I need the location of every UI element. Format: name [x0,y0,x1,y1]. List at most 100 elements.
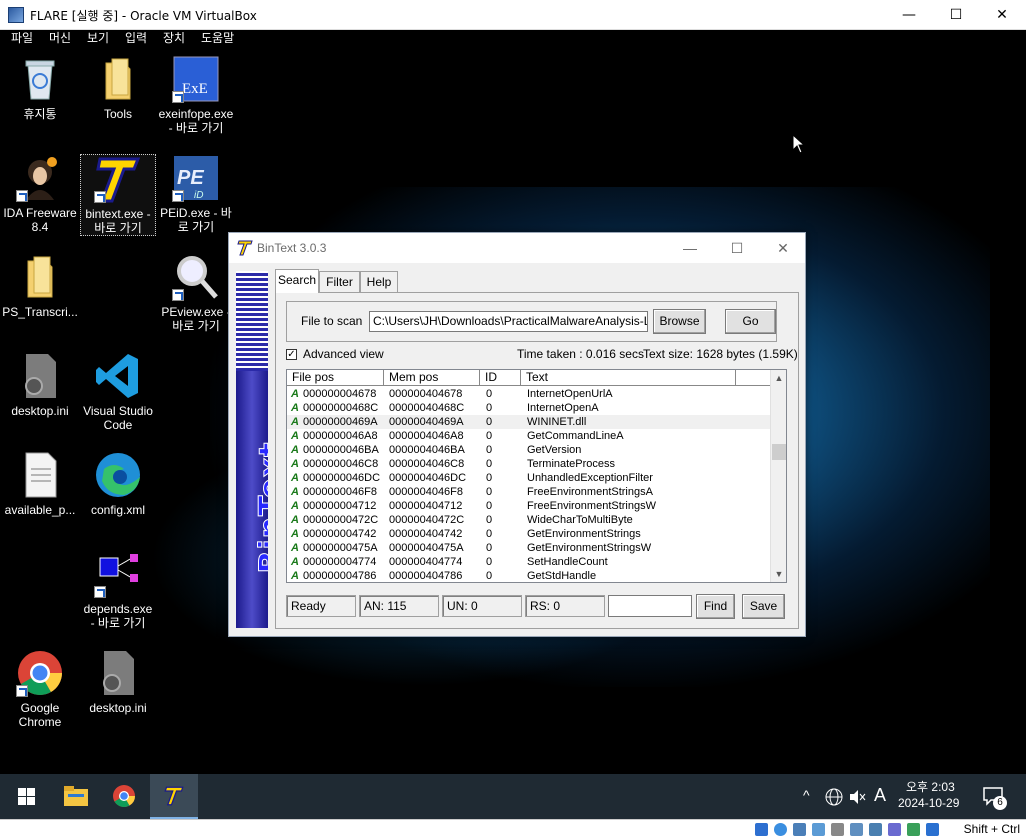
menu-machine[interactable]: 머신 [49,30,71,47]
hdd-status-icon[interactable] [755,823,768,836]
menu-input[interactable]: 입력 [125,30,147,47]
cell-file-pos: 00000000469A [303,416,378,428]
scroll-up-arrow-icon[interactable]: ▲ [771,370,786,386]
desktop-icon-label: available_p... [4,503,76,517]
find-button[interactable]: Find [696,594,735,619]
go-button[interactable]: Go [725,309,776,334]
clock-date[interactable]: 2024-10-29 [898,796,959,810]
taskbar-bintext[interactable] [150,774,198,819]
find-input[interactable] [608,595,692,617]
table-row[interactable]: A 000000004678 000000404678 0 InternetOpenUr… [287,387,771,401]
desktop-icon-bintext[interactable]: bintext.exe - 바로 가기 [80,154,156,236]
vbox-maximize-button[interactable]: ☐ [933,0,979,30]
menu-help[interactable]: 도움말 [201,30,234,47]
table-row[interactable]: A 00000000472C 00000040472C 0 WideCharToMult… [287,513,771,527]
chrome-icon [113,785,135,807]
desktop-icon-label: Tools [103,107,132,121]
save-button[interactable]: Save [742,594,785,619]
vbox-close-button[interactable]: ✕ [979,0,1025,30]
bintext-close-button[interactable]: ✕ [760,233,806,263]
column-header-file-pos[interactable]: File pos [287,370,384,386]
column-header-id[interactable]: ID [480,370,521,386]
table-row[interactable]: A 0000000046C8 0000004046C8 0 TerminateProce… [287,457,771,471]
menu-view[interactable]: 보기 [87,30,109,47]
desktop-icon-desktop-ini-2[interactable]: desktop.ini [80,649,156,715]
usb-status-icon[interactable] [831,823,844,836]
desktop-icon-label: Google Chrome [18,701,62,729]
table-row[interactable]: A 00000000468C 00000040468C 0 InternetOpenA [287,401,771,415]
host-key-label: Shift + Ctrl [963,822,1020,836]
audio-status-icon[interactable] [793,823,806,836]
desktop-icon-peid[interactable]: PE iD PEiD.exe - 바로 가기 [158,154,234,234]
desktop-icon-label: Visual Studio Code [83,404,153,432]
shared-folders-status-icon[interactable] [850,823,863,836]
cell-id: 0 [486,388,493,400]
menu-devices[interactable]: 장치 [163,30,185,47]
taskbar-chrome[interactable] [100,774,148,819]
taskbar-explorer[interactable] [52,774,100,819]
bintext-maximize-button[interactable]: ☐ [714,233,760,263]
cell-file-pos: 0000000046C8 [303,458,379,470]
cell-text: FreeEnvironmentStringsA [527,486,653,498]
mouse-integration-status-icon[interactable] [926,823,939,836]
desktop-icon-vscode[interactable]: Visual Studio Code [80,352,156,432]
menu-file[interactable]: 파일 [11,30,33,47]
network-globe-icon[interactable] [825,788,843,806]
desktop-icon-available-p[interactable]: available_p... [2,451,78,517]
table-row[interactable]: A 0000000046A8 0000004046A8 0 GetCommandLine… [287,429,771,443]
desktop-icon-exeinfope[interactable]: ExE exeinfope.exe - 바로 가기 [158,55,234,135]
browse-button[interactable]: Browse [653,309,706,334]
column-header-mem-pos[interactable]: Mem pos [384,370,480,386]
desktop-icon-ps-transcripts[interactable]: PS_Transcri... [2,253,78,319]
table-row[interactable]: A 000000004712 000000404712 0 FreeEnvironmen… [287,499,771,513]
network-status-icon[interactable] [812,823,825,836]
desktop-icon-config-xml[interactable]: config.xml [80,451,156,517]
cell-id: 0 [486,570,493,582]
scroll-down-arrow-icon[interactable]: ▼ [771,566,786,582]
clock-time[interactable]: 오후 2:03 [906,778,955,795]
bintext-minimize-button[interactable]: — [667,233,713,263]
column-header-text[interactable]: Text [521,370,736,386]
desktop-icon-depends[interactable]: depends.exe - 바로 가기 [80,550,156,630]
desktop-icon-recycle-bin[interactable]: 휴지통 [2,55,78,121]
table-row[interactable]: A 00000000469A 00000040469A 0 WININET.dll [287,415,771,429]
shortcut-arrow-icon [94,586,106,598]
tray-chevron-up-icon[interactable]: ^ [803,787,810,803]
volume-muted-icon[interactable] [848,788,866,806]
tab-filter[interactable]: Filter [319,271,360,293]
table-row[interactable]: A 00000000475A 00000040475A 0 GetEnvironment… [287,541,771,555]
table-row[interactable]: A 000000004742 000000404742 0 GetEnvironment… [287,527,771,541]
optical-status-icon[interactable] [774,823,787,836]
desktop-icon-peview[interactable]: PEview.exe - 바로 가기 [158,253,234,333]
table-row[interactable]: A 000000004774 000000404774 0 SetHandleCount [287,555,771,569]
table-row[interactable]: A 0000000046BA 0000004046BA 0 GetVersion [287,443,771,457]
vbox-minimize-button[interactable]: — [886,0,932,30]
desktop-icon-ida[interactable]: IDA Freeware 8.4 [2,154,78,234]
strings-list[interactable]: File pos Mem pos ID Text A 000000004678 00… [286,369,787,583]
list-vertical-scrollbar[interactable]: ▲ ▼ [770,370,786,582]
display-status-icon[interactable] [869,823,882,836]
desktop-icon-desktop-ini[interactable]: desktop.ini [2,352,78,418]
string-type-a-icon: A [291,430,299,442]
recycle-bin-icon [16,55,64,103]
desktop-icon-tools[interactable]: Tools [80,55,156,121]
scroll-thumb[interactable] [772,444,786,460]
ime-indicator[interactable]: A [874,785,886,806]
svg-text:ExE: ExE [182,81,208,97]
start-button[interactable] [2,774,50,819]
cpu-status-icon[interactable] [907,823,920,836]
cell-mem-pos: 00000040469A [389,416,464,428]
file-path-input[interactable]: C:\Users\JH\Downloads\PracticalMalwareAn… [369,311,648,332]
recording-status-icon[interactable] [888,823,901,836]
desktop-icon-chrome[interactable]: Google Chrome [2,649,78,729]
depends-icon [94,550,142,598]
table-row[interactable]: A 0000000046F8 0000004046F8 0 FreeEnvironmen… [287,485,771,499]
desktop-icon-label: exeinfope.exe - 바로 가기 [158,107,234,135]
tab-help[interactable]: Help [360,271,398,293]
string-type-a-icon: A [291,402,299,414]
tab-search[interactable]: Search [275,269,319,293]
advanced-view-checkbox[interactable]: ✓ [286,349,297,360]
table-row[interactable]: A 000000004786 000000404786 0 GetStdHandle [287,569,771,582]
table-row[interactable]: A 0000000046DC 0000004046DC 0 UnhandledExcep… [287,471,771,485]
cell-text: UnhandledExceptionFilter [527,472,653,484]
